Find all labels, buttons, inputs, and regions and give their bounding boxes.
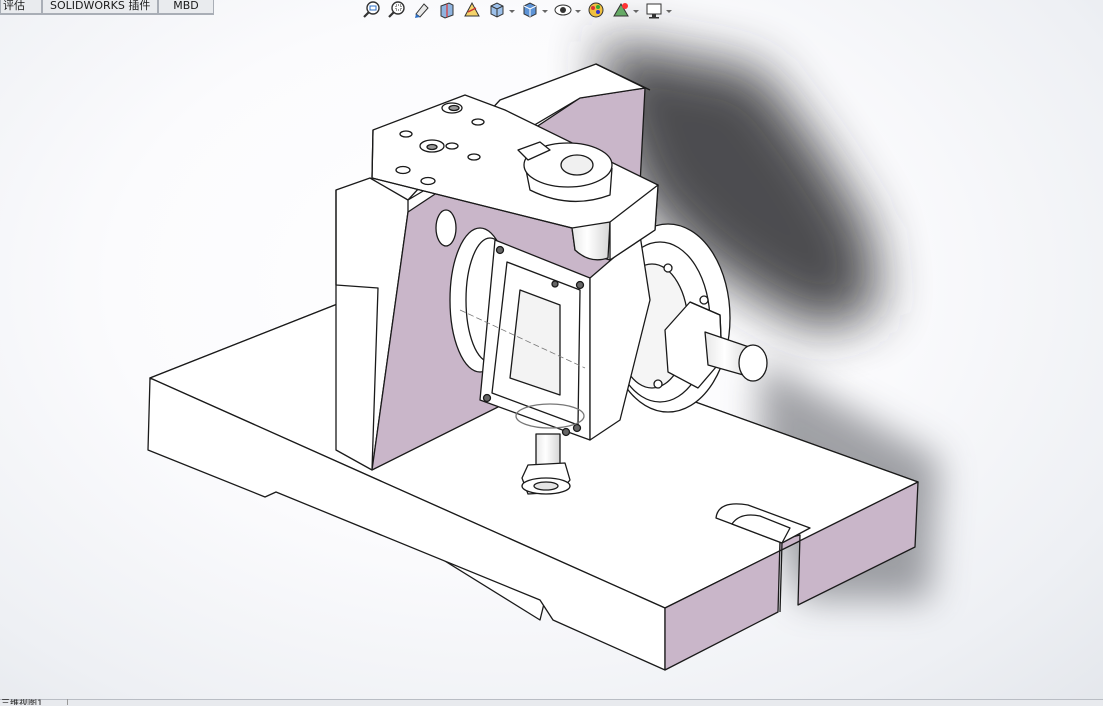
chevron-down-icon	[542, 9, 548, 13]
previous-view-button[interactable]	[412, 0, 432, 20]
section-view-button[interactable]	[437, 0, 457, 20]
view-settings-icon	[646, 3, 662, 19]
tab-evaluate[interactable]: 评估	[0, 0, 42, 14]
edit-appearance-button[interactable]	[586, 0, 606, 20]
chevron-down-icon	[633, 9, 639, 13]
graphics-area[interactable]	[0, 0, 1103, 700]
heads-up-view-toolbar	[362, 0, 677, 20]
tab-solidworks-addins[interactable]: SOLIDWORKS 插件	[42, 0, 158, 14]
tab-mbd[interactable]: MBD	[158, 0, 214, 14]
model-view[interactable]	[0, 0, 1103, 700]
edit-appearance-icon	[588, 2, 604, 18]
chevron-down-icon	[666, 9, 672, 13]
chevron-down-icon	[575, 9, 581, 13]
display-style-button[interactable]	[520, 0, 548, 20]
apply-scene-button[interactable]	[611, 0, 639, 20]
section-view-icon	[440, 2, 454, 19]
previous-view-icon	[415, 3, 429, 18]
display-style-icon	[523, 2, 537, 18]
hide-show-items-icon	[554, 4, 572, 16]
zoom-to-area-button[interactable]	[387, 0, 407, 20]
hide-show-items-button[interactable]	[553, 0, 581, 20]
apply-scene-icon	[613, 3, 629, 17]
dynamic-annotation-button[interactable]	[462, 0, 482, 20]
dynamic-annotation-view-icon	[464, 1, 480, 17]
command-manager-tabs: 评估 SOLIDWORKS 插件 MBD	[0, 0, 214, 15]
view-settings-button[interactable]	[644, 0, 672, 20]
chevron-down-icon	[509, 9, 515, 13]
zoom-to-fit-icon	[363, 1, 380, 18]
view-orientation-icon	[490, 2, 504, 18]
tab-3d-view[interactable]: 三维视图1	[0, 699, 68, 705]
view-orientation-button[interactable]	[487, 0, 515, 20]
zoom-to-fit-button[interactable]	[362, 0, 382, 20]
zoom-to-area-icon	[388, 1, 405, 18]
